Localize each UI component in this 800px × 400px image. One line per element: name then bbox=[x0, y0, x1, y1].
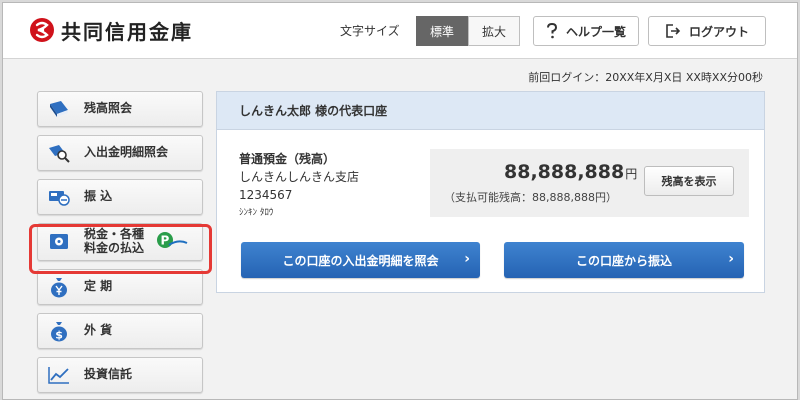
header: 共同信用金庫 文字サイズ 標準 拡大 ヘルプ一覧 ログアウト bbox=[3, 3, 797, 59]
sidebar-item-label: 振 込 bbox=[84, 189, 113, 204]
sidebar-item-time-deposit[interactable]: 定 期 bbox=[37, 269, 203, 305]
show-balance-button[interactable]: 残高を表示 bbox=[644, 166, 734, 196]
balance-amount: 88,888,888円 bbox=[504, 161, 637, 183]
sidebar-item-foreign-currency[interactable]: $ 外 貨 bbox=[37, 313, 203, 349]
view-history-label: この口座の入出金明細を照会 bbox=[282, 253, 439, 268]
available-balance: （支払可能残高：88,888,888円） bbox=[444, 191, 617, 204]
transfer-icon bbox=[48, 186, 70, 208]
sidebar-item-transfer[interactable]: 振 込 bbox=[37, 179, 203, 215]
sidebar-item-label: 外 貨 bbox=[84, 323, 113, 338]
tax-label-line1: 税金・各種 bbox=[84, 227, 145, 242]
dollar-bag-icon: $ bbox=[48, 320, 70, 342]
sidebar-item-label: 定 期 bbox=[84, 279, 113, 294]
account-panel: しんきん太郎 様の代表口座 普通預金（残高） しんきんしんきん支店 123456… bbox=[216, 91, 765, 293]
logout-button[interactable]: ログアウト bbox=[648, 16, 766, 46]
chevron-right-icon: › bbox=[728, 251, 734, 267]
font-size-label: 文字サイズ bbox=[340, 24, 400, 38]
transfer-from-account-button[interactable]: この口座から振込 › bbox=[504, 242, 744, 278]
shinkin-logo-icon bbox=[30, 18, 54, 42]
svg-text:P: P bbox=[161, 234, 170, 248]
sidebar-item-label: 税金・各種 料金の払込 bbox=[84, 227, 145, 256]
sidebar-item-balance-inquiry[interactable]: 残高照会 bbox=[37, 91, 203, 127]
balance-value: 88,888,888 bbox=[504, 161, 625, 183]
balance-currency: 円 bbox=[625, 167, 638, 181]
account-type: 普通預金（残高） bbox=[239, 152, 336, 166]
account-holder-kana: ｼﾝｷﾝ ﾀﾛｳ bbox=[239, 208, 274, 218]
sidebar-item-label: 残高照会 bbox=[84, 101, 133, 116]
app-window: 共同信用金庫 文字サイズ 標準 拡大 ヘルプ一覧 ログアウト 前回ログイン：20… bbox=[2, 2, 798, 400]
font-size-toggle: 標準 拡大 bbox=[416, 16, 520, 46]
chevron-right-icon: › bbox=[464, 251, 470, 267]
tax-label-line2: 料金の払込 bbox=[84, 241, 145, 255]
logo[interactable]: 共同信用金庫 bbox=[29, 15, 193, 45]
transfer-label: この口座から振込 bbox=[575, 253, 672, 268]
last-login-time: 前回ログイン：20XX年X月X日 XX時XX分00秒 bbox=[528, 71, 763, 84]
sidebar: 残高照会 入出金明細照会 振 込 税金・各種 料金の払込 P 定 期 $ 外 貨… bbox=[37, 91, 203, 399]
pay-easy-logo: P bbox=[157, 232, 188, 248]
account-panel-title: しんきん太郎 様の代表口座 bbox=[217, 92, 764, 130]
view-account-history-button[interactable]: この口座の入出金明細を照会 › bbox=[241, 242, 480, 278]
help-button[interactable]: ヘルプ一覧 bbox=[533, 16, 639, 46]
question-icon bbox=[546, 23, 558, 39]
safe-icon bbox=[48, 231, 70, 253]
sidebar-item-investment-trust[interactable]: 投資信託 bbox=[37, 357, 203, 393]
help-label: ヘルプ一覧 bbox=[565, 24, 626, 39]
logout-icon bbox=[665, 24, 681, 38]
logout-label: ログアウト bbox=[688, 24, 749, 39]
sidebar-item-tax-payment[interactable]: 税金・各種 料金の払込 P bbox=[37, 223, 203, 261]
font-size-standard-button[interactable]: 標準 bbox=[416, 16, 468, 46]
chart-icon bbox=[48, 364, 70, 386]
yen-bag-icon bbox=[48, 276, 70, 298]
account-info: 普通預金（残高） しんきんしんきん支店 1234567 ｼﾝｷﾝ ﾀﾛｳ bbox=[239, 150, 359, 222]
sidebar-item-label: 入出金明細照会 bbox=[84, 145, 169, 160]
balance-box: 88,888,888円 （支払可能残高：88,888,888円） 残高を表示 bbox=[430, 149, 749, 217]
magnifier-icon bbox=[48, 142, 70, 164]
sidebar-item-transaction-history[interactable]: 入出金明細照会 bbox=[37, 135, 203, 171]
svg-text:$: $ bbox=[55, 329, 63, 342]
font-size-large-button[interactable]: 拡大 bbox=[468, 16, 520, 46]
sidebar-item-label: 投資信託 bbox=[84, 367, 133, 382]
logo-text: 共同信用金庫 bbox=[61, 19, 193, 44]
branch-name: しんきんしんきん支店 bbox=[239, 170, 360, 184]
account-number: 1234567 bbox=[239, 188, 293, 202]
book-icon bbox=[48, 98, 70, 120]
